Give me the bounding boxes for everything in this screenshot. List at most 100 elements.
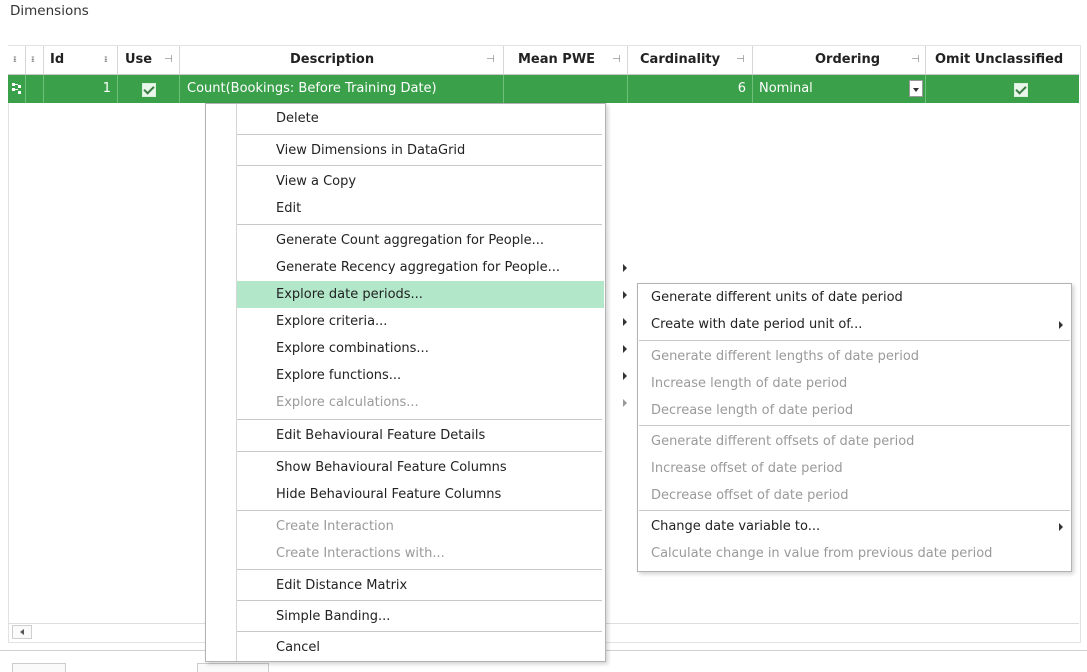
menu-item-explore-criteria[interactable]: Explore criteria... bbox=[237, 308, 627, 335]
cell-ordering[interactable]: Nominal bbox=[753, 75, 926, 103]
menu-item-label: View a Copy bbox=[276, 174, 357, 189]
menu-item-create-with-date-period-unit-of[interactable]: Create with date period unit of... bbox=[639, 311, 1070, 338]
menu-item-generate-different-offsets-of-date-period[interactable]: Generate different offsets of date perio… bbox=[639, 428, 1070, 455]
menu-separator bbox=[237, 631, 602, 632]
menu-item-label: Simple Banding... bbox=[276, 609, 391, 624]
pin-icon[interactable]: ᵻ bbox=[31, 46, 35, 74]
menu-item-explore-date-periods[interactable]: Explore date periods... bbox=[237, 281, 627, 308]
menu-item-label: Generate Recency aggregation for People.… bbox=[276, 260, 561, 275]
cell-omit-unclassified[interactable] bbox=[926, 75, 1079, 103]
cell-description[interactable]: Count(Bookings: Before Training Date) bbox=[180, 75, 504, 103]
menu-item-decrease-length-of-date-period[interactable]: Decrease length of date period bbox=[639, 397, 1070, 424]
menu-item-edit[interactable]: Edit bbox=[237, 195, 604, 222]
menu-item-label: Edit Behavioural Feature Details bbox=[276, 428, 486, 443]
cell-mean-pwe[interactable] bbox=[504, 75, 628, 103]
menu-item-label: Explore criteria... bbox=[276, 314, 388, 329]
use-checkbox[interactable] bbox=[142, 83, 156, 97]
menu-separator bbox=[639, 510, 1070, 511]
menu-item-decrease-offset-of-date-period[interactable]: Decrease offset of date period bbox=[639, 482, 1070, 509]
menu-item-create-interactions-with[interactable]: Create Interactions with... bbox=[237, 540, 604, 567]
omit-unclassified-checkbox[interactable] bbox=[1014, 83, 1028, 97]
menu-item-delete[interactable]: Delete bbox=[237, 105, 604, 132]
menu-item-label: Delete bbox=[276, 111, 319, 126]
menu-item-change-date-variable-to[interactable]: Change date variable to... bbox=[639, 513, 1070, 540]
menu-item-label: Hide Behavioural Feature Columns bbox=[276, 487, 502, 502]
pin-icon[interactable]: ᵻ bbox=[104, 46, 108, 74]
column-header-ordering[interactable]: Ordering ⊣ bbox=[753, 46, 926, 74]
menu-separator bbox=[237, 224, 602, 225]
ordering-value: Nominal bbox=[759, 81, 813, 96]
menu-item-hide-behavioural-feature-columns[interactable]: Hide Behavioural Feature Columns bbox=[237, 481, 604, 508]
chevron-right-icon bbox=[1059, 523, 1063, 531]
ordering-dropdown-button[interactable] bbox=[909, 80, 923, 97]
menu-item-simple-banding[interactable]: Simple Banding... bbox=[237, 603, 604, 630]
date-periods-submenu: Generate different units of date period C… bbox=[637, 283, 1072, 572]
column-header-description-label: Description bbox=[290, 52, 375, 67]
menu-item-label: Generate Count aggregation for People... bbox=[276, 233, 544, 248]
pin-icon[interactable]: ⊣ bbox=[486, 46, 495, 74]
menu-item-show-behavioural-feature-columns[interactable]: Show Behavioural Feature Columns bbox=[237, 454, 604, 481]
menu-item-label: Edit Distance Matrix bbox=[276, 578, 408, 593]
menu-item-view-a-copy[interactable]: View a Copy bbox=[237, 168, 604, 195]
menu-item-generate-different-units-of-date-period[interactable]: Generate different units of date period bbox=[639, 284, 1070, 311]
menu-separator bbox=[237, 451, 602, 452]
menu-item-generate-recency-aggregation-for-people[interactable]: Generate Recency aggregation for People.… bbox=[237, 254, 627, 281]
menu-item-view-dimensions-in-datagrid[interactable]: View Dimensions in DataGrid bbox=[237, 137, 604, 164]
column-header-mean-pwe[interactable]: Mean PWE ⊣ bbox=[504, 46, 628, 74]
menu-item-increase-length-of-date-period[interactable]: Increase length of date period bbox=[639, 370, 1070, 397]
menu-item-label: Generate different units of date period bbox=[651, 290, 903, 305]
pin-icon[interactable]: ⊣ bbox=[736, 46, 745, 74]
cell-id[interactable]: 1 bbox=[44, 75, 118, 103]
column-header-omit-unclassified[interactable]: Omit Unclassified bbox=[926, 46, 1079, 74]
column-header-pin-a[interactable]: ᵻ bbox=[8, 46, 26, 74]
menu-item-label: Explore combinations... bbox=[276, 341, 429, 356]
menu-item-label: Generate different offsets of date perio… bbox=[651, 434, 915, 449]
table-row[interactable]: 1 Count(Bookings: Before Training Date) … bbox=[8, 75, 1079, 103]
menu-item-edit-distance-matrix[interactable]: Edit Distance Matrix bbox=[237, 572, 604, 599]
pin-icon[interactable]: ⊣ bbox=[164, 46, 173, 74]
menu-item-label: Increase offset of date period bbox=[651, 461, 843, 476]
menu-item-explore-calculations[interactable]: Explore calculations... bbox=[237, 389, 627, 416]
menu-item-label: Cancel bbox=[276, 640, 321, 655]
menu-item-label: Increase length of date period bbox=[651, 376, 848, 391]
column-header-cardinality[interactable]: Cardinality ⊣ bbox=[628, 46, 753, 74]
chevron-right-icon bbox=[623, 264, 627, 272]
row-cell-blank[interactable] bbox=[26, 75, 44, 103]
menu-item-label: Decrease length of date period bbox=[651, 403, 854, 418]
cell-cardinality[interactable]: 6 bbox=[628, 75, 753, 103]
menu-separator bbox=[237, 165, 602, 166]
menu-item-label: Calculate change in value from previous … bbox=[651, 546, 993, 561]
chevron-right-icon bbox=[623, 372, 627, 380]
menu-item-create-interaction[interactable]: Create Interaction bbox=[237, 513, 604, 540]
pin-icon[interactable]: ᵻ bbox=[13, 46, 17, 74]
menu-item-cancel[interactable]: Cancel bbox=[237, 634, 604, 661]
pin-icon[interactable]: ⊣ bbox=[612, 46, 621, 74]
column-header-use[interactable]: Use ⊣ bbox=[118, 46, 180, 74]
menu-item-generate-count-aggregation-for-people[interactable]: Generate Count aggregation for People... bbox=[237, 227, 604, 254]
cell-use[interactable] bbox=[118, 75, 180, 103]
column-header-pin-b[interactable]: ᵻ bbox=[26, 46, 44, 74]
menu-item-increase-offset-of-date-period[interactable]: Increase offset of date period bbox=[639, 455, 1070, 482]
menu-item-calculate-change-in-value-from-previous-date-period[interactable]: Calculate change in value from previous … bbox=[639, 540, 1070, 567]
menu-item-label: Change date variable to... bbox=[651, 519, 821, 534]
menu-item-label: Create Interaction bbox=[276, 519, 394, 534]
menu-item-explore-functions[interactable]: Explore functions... bbox=[237, 362, 627, 389]
chevron-right-icon bbox=[623, 399, 627, 407]
chevron-right-icon bbox=[623, 291, 627, 299]
menu-item-explore-combinations[interactable]: Explore combinations... bbox=[237, 335, 627, 362]
column-header-description[interactable]: Description ⊣ bbox=[180, 46, 504, 74]
menu-item-label: Explore date periods... bbox=[276, 287, 423, 302]
menu-item-label: Edit bbox=[276, 201, 302, 216]
menu-separator bbox=[237, 600, 602, 601]
scroll-left-button[interactable] bbox=[12, 625, 32, 639]
menu-item-generate-different-lengths-of-date-period[interactable]: Generate different lengths of date perio… bbox=[639, 343, 1070, 370]
column-header-use-label: Use bbox=[125, 52, 153, 67]
pin-icon[interactable]: ⊣ bbox=[911, 46, 920, 74]
menu-item-edit-behavioural-feature-details[interactable]: Edit Behavioural Feature Details bbox=[237, 422, 604, 449]
column-header-id[interactable]: Id ᵻ bbox=[44, 46, 118, 74]
menu-item-label: Explore functions... bbox=[276, 368, 402, 383]
row-indicator[interactable] bbox=[8, 75, 26, 103]
menu-item-label: Show Behavioural Feature Columns bbox=[276, 460, 507, 475]
context-menu: Delete View Dimensions in DataGrid View a … bbox=[205, 103, 627, 662]
row-tree-icon bbox=[12, 83, 21, 94]
